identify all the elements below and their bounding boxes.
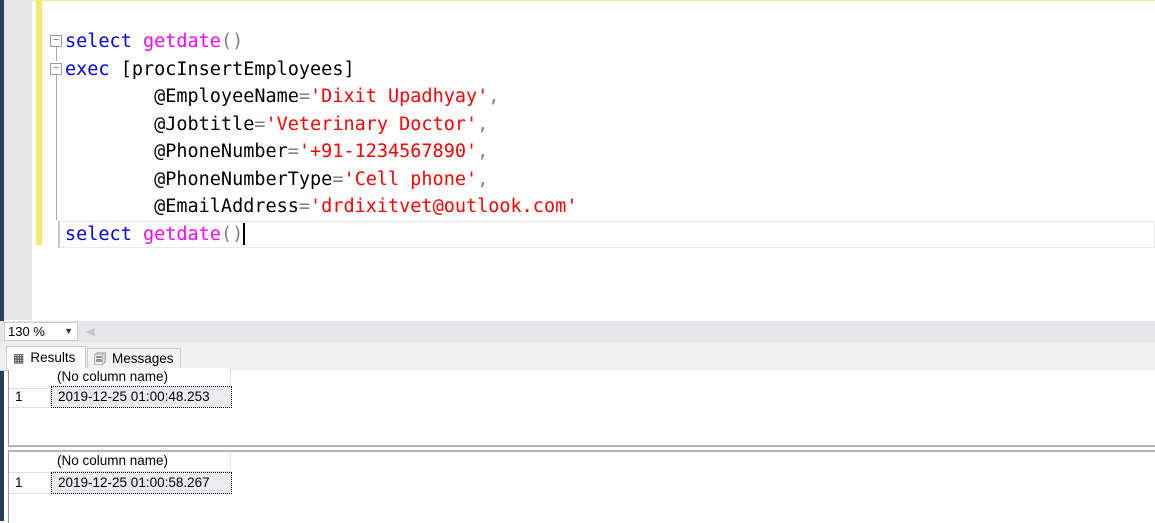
fold-line [56, 47, 57, 61]
code-token: 'Veterinary Doctor' [265, 113, 478, 135]
chevron-down-icon: ▼ [64, 326, 73, 336]
code-line[interactable]: select getdate() [65, 221, 577, 249]
code-token: , [488, 86, 500, 107]
result-grid-1[interactable]: (No column name) 1 2019-12-25 01:00:48.2… [8, 368, 1155, 447]
code-token: @EmailAddress [65, 196, 299, 217]
code-token: @PhoneNumber [65, 141, 288, 162]
code-token: = [298, 86, 311, 107]
code-token: 'Dixit Upadhyay' [310, 86, 489, 107]
text-caret [243, 222, 245, 245]
collapse-icon[interactable]: − [50, 35, 62, 47]
code-token: select [65, 31, 132, 52]
messages-icon: 🗐 [94, 352, 106, 366]
zoom-bar: 130 % ▼ ◀ [0, 321, 1155, 342]
code-token: = [287, 141, 299, 162]
code-token: , [477, 168, 489, 190]
code-token: getdate [142, 223, 221, 245]
code-line[interactable]: @PhoneNumberType='Cell phone', [65, 166, 577, 194]
scroll-left-icon[interactable]: ◀ [86, 325, 94, 338]
result-cell[interactable]: 2019-12-25 01:00:48.253 [51, 386, 232, 408]
row-number[interactable]: 1 [9, 472, 51, 494]
tab-results-label: Results [30, 350, 76, 365]
grid-icon: ▦ [13, 351, 25, 365]
code-token: exec [65, 58, 110, 80]
code-line[interactable]: @Jobtitle='Veterinary Doctor', [65, 111, 577, 139]
code-token: , [477, 113, 489, 135]
code-line[interactable]: exec [procInsertEmployees] [65, 56, 577, 84]
zoom-select[interactable]: 130 % ▼ [4, 322, 78, 341]
code-token: @EmployeeName [65, 86, 299, 107]
code-token: = [332, 168, 344, 190]
column-header[interactable]: (No column name) [51, 368, 231, 388]
code-token: = [254, 113, 266, 135]
result-cell[interactable]: 2019-12-25 01:00:58.267 [51, 472, 232, 494]
collapse-icon[interactable]: − [50, 63, 62, 75]
results-tabstrip: ▦ Results 🗐 Messages [0, 342, 1155, 371]
code-token: = [298, 196, 311, 217]
tab-messages[interactable]: 🗐 Messages [87, 348, 181, 370]
change-tracking-bar [36, 0, 42, 245]
row-number[interactable]: 1 [9, 386, 51, 408]
result-grid-2[interactable]: (No column name) 1 2019-12-25 01:00:58.2… [8, 450, 1155, 523]
code-token: @Jobtitle [65, 113, 255, 135]
code-token: [procInsertEmployees] [109, 58, 355, 80]
tab-messages-label: Messages [112, 351, 174, 366]
code-token: select [65, 223, 132, 245]
code-token: @PhoneNumberType [65, 168, 333, 190]
code-token: '+91-1234567890' [298, 141, 478, 162]
code-token: getdate [142, 31, 221, 52]
grid-corner [9, 452, 52, 473]
sql-code[interactable]: select getdate() exec [procInsertEmployee… [65, 28, 577, 248]
code-token: 'Cell phone' [343, 168, 478, 190]
fold-line [56, 75, 57, 220]
code-line[interactable]: @EmailAddress='drdixitvet@outlook.com' [65, 193, 577, 221]
code-token: , [477, 141, 489, 162]
code-line[interactable]: @EmployeeName='Dixit Upadhyay', [65, 83, 577, 111]
editor-gutter [4, 0, 32, 320]
code-token: () [220, 223, 244, 245]
column-header[interactable]: (No column name) [51, 452, 231, 472]
zoom-value: 130 % [8, 324, 45, 339]
code-line[interactable]: @PhoneNumber='+91-1234567890', [65, 138, 577, 166]
code-token: 'drdixitvet@outlook.com' [310, 196, 578, 217]
code-line[interactable]: select getdate() [65, 28, 577, 56]
code-token: () [220, 31, 244, 52]
